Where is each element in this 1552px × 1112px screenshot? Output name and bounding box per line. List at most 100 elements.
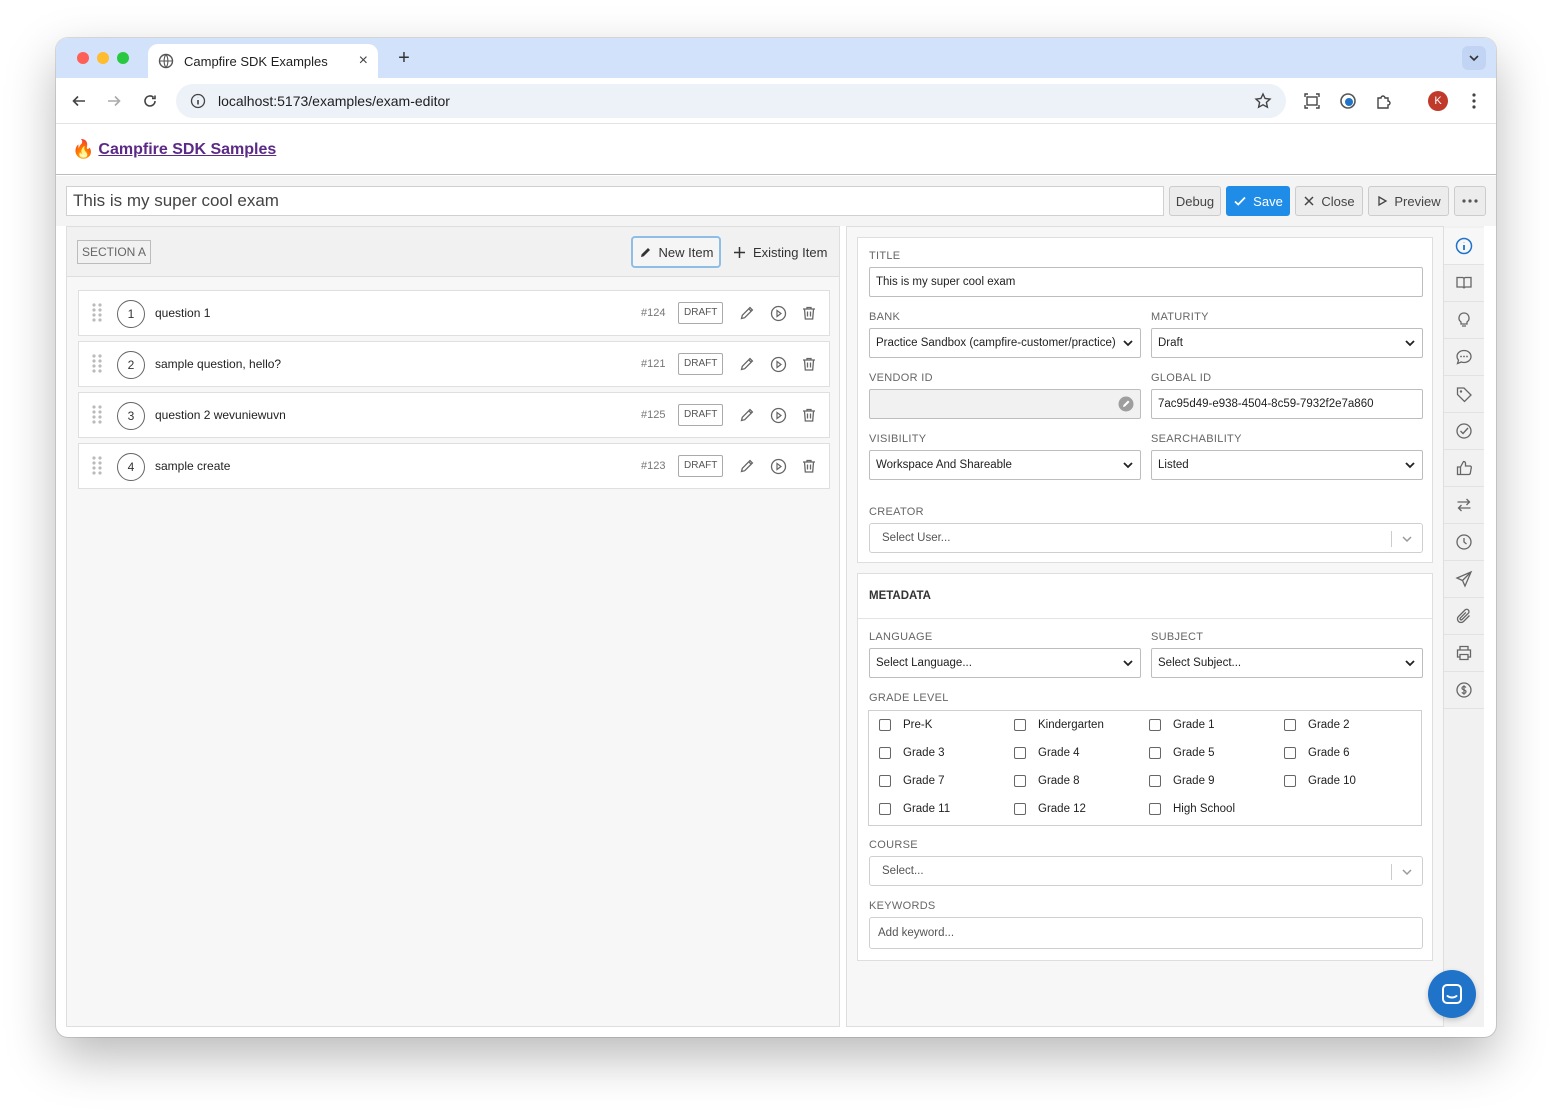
grade-checkbox-grade-4[interactable]: Grade 4 <box>1014 747 1080 759</box>
grade-checkbox-kindergarten[interactable]: Kindergarten <box>1014 719 1104 731</box>
rail-history-button[interactable] <box>1444 524 1484 561</box>
preview-item-button[interactable] <box>768 405 788 425</box>
star-icon[interactable] <box>1254 92 1272 110</box>
grade-checkbox-grade-2[interactable]: Grade 2 <box>1284 719 1350 731</box>
extensions-menu-button[interactable] <box>1373 90 1395 112</box>
rail-attachments-button[interactable] <box>1444 598 1484 635</box>
visibility-select[interactable]: Workspace And Shareable <box>869 450 1141 480</box>
preview-item-button[interactable] <box>768 354 788 374</box>
global-id-input[interactable]: 7ac95d49-e938-4504-8c59-7932f2e7a860 <box>1151 389 1423 419</box>
grade-checkbox-grade-3[interactable]: Grade 3 <box>879 747 945 759</box>
save-button[interactable]: Save <box>1226 186 1290 216</box>
edit-item-button[interactable] <box>737 354 757 374</box>
rail-comments-button[interactable] <box>1444 339 1484 376</box>
searchability-select[interactable]: Listed <box>1151 450 1423 480</box>
zoom-window-button[interactable] <box>117 52 129 64</box>
brand-link[interactable]: Campfire SDK Samples <box>98 141 276 159</box>
item-title[interactable]: sample question, hello? <box>155 357 281 371</box>
browser-menu-button[interactable] <box>1463 90 1485 112</box>
checkbox[interactable] <box>1014 747 1026 759</box>
rail-book-button[interactable] <box>1444 265 1484 302</box>
existing-item-button[interactable]: Existing Item <box>733 236 827 268</box>
preview-item-button[interactable] <box>768 456 788 476</box>
section-name[interactable]: SECTION A <box>77 240 152 264</box>
close-window-button[interactable] <box>77 52 89 64</box>
delete-item-button[interactable] <box>799 405 819 425</box>
back-button[interactable] <box>68 90 90 112</box>
preview-button[interactable]: Preview <box>1368 186 1449 216</box>
extension-button[interactable] <box>1337 90 1359 112</box>
table-row[interactable]: 4 sample create #123 DRAFT <box>78 443 830 489</box>
checkbox[interactable] <box>1284 719 1296 731</box>
checkbox[interactable] <box>1149 775 1161 787</box>
checkbox[interactable] <box>879 719 891 731</box>
close-button[interactable]: Close <box>1295 186 1363 216</box>
edit-item-button[interactable] <box>737 405 757 425</box>
rail-feedback-button[interactable] <box>1444 450 1484 487</box>
grade-checkbox-grade-6[interactable]: Grade 6 <box>1284 747 1350 759</box>
new-item-button[interactable]: New Item <box>631 236 721 268</box>
grade-checkbox-grade-5[interactable]: Grade 5 <box>1149 747 1215 759</box>
exam-title-input[interactable]: This is my super cool exam <box>66 186 1164 216</box>
drag-handle-icon[interactable] <box>91 353 103 375</box>
screen-capture-button[interactable] <box>1301 90 1323 112</box>
checkbox[interactable] <box>1149 719 1161 731</box>
rail-review-button[interactable] <box>1444 413 1484 450</box>
grade-checkbox-grade-10[interactable]: Grade 10 <box>1284 775 1356 787</box>
item-title[interactable]: question 1 <box>155 306 210 320</box>
tab-search-button[interactable] <box>1462 46 1486 70</box>
rail-hints-button[interactable] <box>1444 302 1484 339</box>
checkbox[interactable] <box>1284 775 1296 787</box>
subject-select[interactable]: Select Subject... <box>1151 648 1423 678</box>
checkbox[interactable] <box>1014 775 1026 787</box>
course-select[interactable]: Select... <box>869 856 1423 886</box>
item-title[interactable]: sample create <box>155 459 230 473</box>
bank-select[interactable]: Practice Sandbox (campfire-customer/prac… <box>869 328 1141 358</box>
creator-select[interactable]: Select User... <box>869 523 1423 553</box>
grade-checkbox-grade-7[interactable]: Grade 7 <box>879 775 945 787</box>
checkbox[interactable] <box>1149 803 1161 815</box>
rail-transfer-button[interactable] <box>1444 487 1484 524</box>
grade-checkbox-high-school[interactable]: High School <box>1149 803 1235 815</box>
vendor-id-input[interactable] <box>869 389 1141 419</box>
delete-item-button[interactable] <box>799 456 819 476</box>
rail-pricing-button[interactable] <box>1444 672 1484 709</box>
delete-item-button[interactable] <box>799 303 819 323</box>
item-title[interactable]: question 2 wevuniewuvn <box>155 408 286 422</box>
checkbox[interactable] <box>879 775 891 787</box>
edit-disabled-icon[interactable] <box>1118 396 1134 412</box>
grade-checkbox-grade-11[interactable]: Grade 11 <box>879 803 950 815</box>
site-info-icon[interactable] <box>190 93 206 109</box>
more-options-button[interactable] <box>1454 186 1486 216</box>
edit-item-button[interactable] <box>737 456 757 476</box>
debug-button[interactable]: Debug <box>1169 186 1221 216</box>
grade-checkbox-grade-8[interactable]: Grade 8 <box>1014 775 1080 787</box>
grade-checkbox-pre-k[interactable]: Pre-K <box>879 719 932 731</box>
reload-button[interactable] <box>139 90 161 112</box>
drag-handle-icon[interactable] <box>91 302 103 324</box>
rail-info-button[interactable] <box>1444 228 1484 265</box>
profile-avatar[interactable]: K <box>1428 91 1448 111</box>
language-select[interactable]: Select Language... <box>869 648 1141 678</box>
close-tab-icon[interactable]: × <box>359 52 368 70</box>
new-tab-button[interactable]: + <box>392 47 416 70</box>
table-row[interactable]: 3 question 2 wevuniewuvn #125 DRAFT <box>78 392 830 438</box>
checkbox[interactable] <box>1014 803 1026 815</box>
rail-send-button[interactable] <box>1444 561 1484 598</box>
checkbox[interactable] <box>879 747 891 759</box>
address-bar[interactable]: localhost:5173/examples/exam-editor <box>176 84 1286 118</box>
maturity-select[interactable]: Draft <box>1151 328 1423 358</box>
checkbox[interactable] <box>1149 747 1161 759</box>
browser-tab[interactable]: Campfire SDK Examples × <box>148 44 378 78</box>
edit-item-button[interactable] <box>737 303 757 323</box>
grade-checkbox-grade-9[interactable]: Grade 9 <box>1149 775 1215 787</box>
checkbox[interactable] <box>1284 747 1296 759</box>
title-input[interactable]: This is my super cool exam <box>869 267 1423 297</box>
preview-item-button[interactable] <box>768 303 788 323</box>
checkbox[interactable] <box>1014 719 1026 731</box>
rail-tags-button[interactable] <box>1444 376 1484 413</box>
checkbox[interactable] <box>879 803 891 815</box>
chat-launcher-button[interactable] <box>1428 970 1476 1018</box>
rail-print-button[interactable] <box>1444 635 1484 672</box>
drag-handle-icon[interactable] <box>91 404 103 426</box>
